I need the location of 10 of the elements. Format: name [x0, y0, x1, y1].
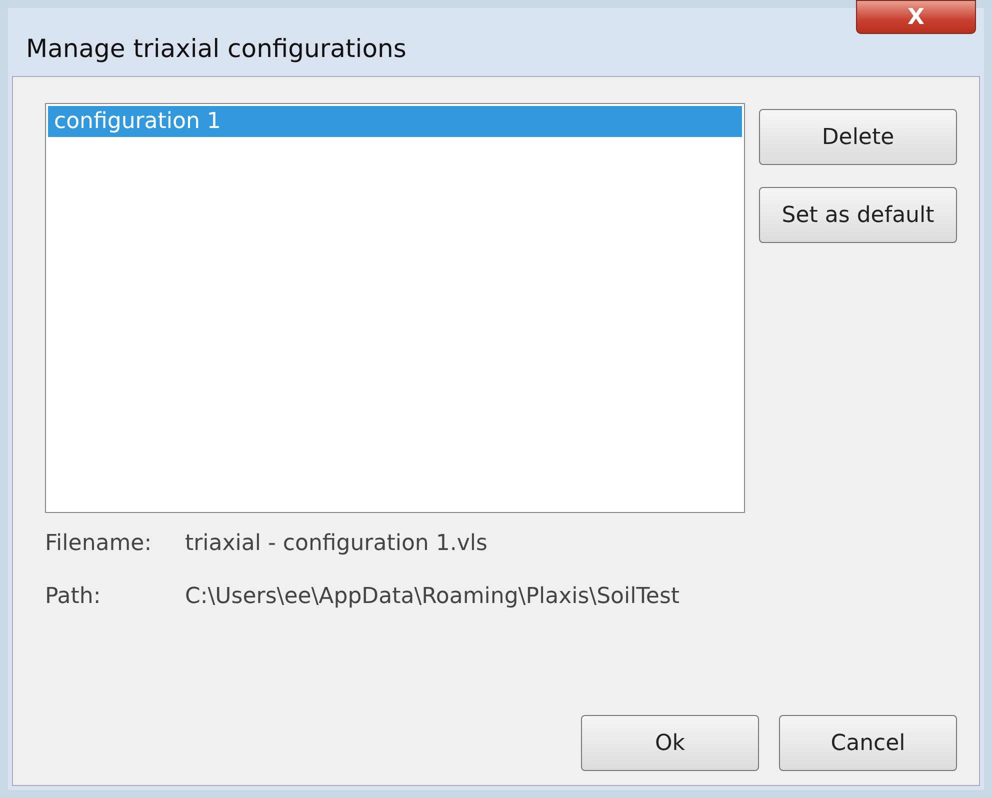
action-button[interactable]: Set as default: [759, 187, 957, 243]
dialog-button[interactable]: Cancel: [779, 715, 957, 771]
action-button[interactable]: Delete: [759, 109, 957, 165]
dialog-button[interactable]: Ok: [581, 715, 759, 771]
field-value: triaxial - configuration 1.vls: [185, 531, 488, 556]
field-label: Path:: [45, 584, 102, 609]
window-title: Manage triaxial configurations: [26, 34, 406, 63]
close-button[interactable]: X: [856, 0, 976, 34]
field-label: Filename:: [45, 531, 153, 556]
field-value: C:\Users\ee\AppData\Roaming\Plaxis\SoilTest: [185, 584, 681, 609]
